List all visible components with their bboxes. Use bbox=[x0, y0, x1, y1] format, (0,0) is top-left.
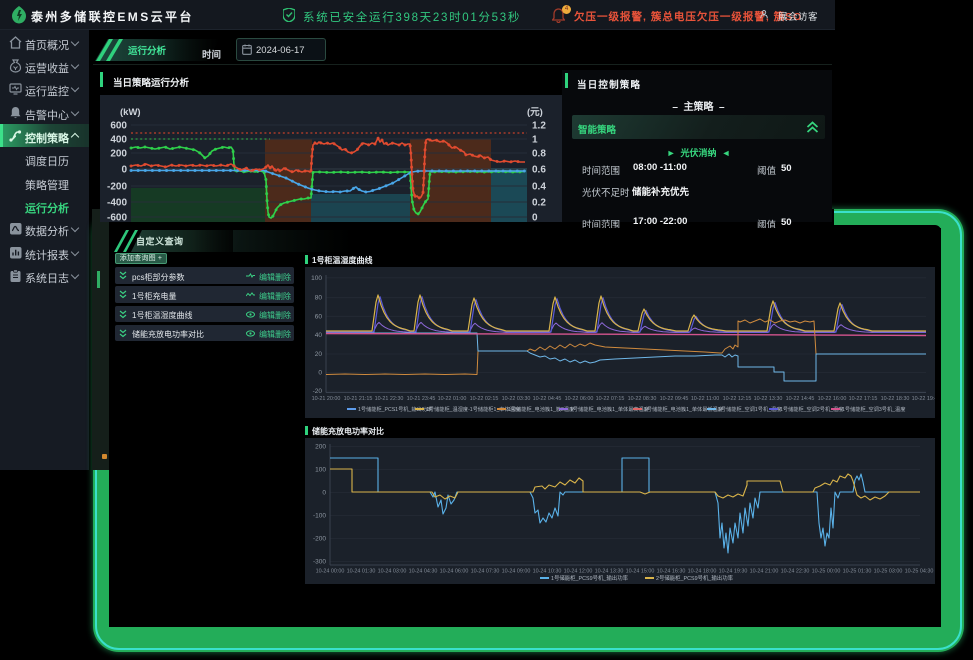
svg-text:10-24 13:30: 10-24 13:30 bbox=[595, 569, 624, 575]
svg-text:10-22 07:15: 10-22 07:15 bbox=[596, 396, 625, 402]
svg-text:10-25 01:30: 10-25 01:30 bbox=[843, 569, 872, 575]
svg-text:1号储能柜_空调3号机_温度: 1号储能柜_空调3号机_温度 bbox=[842, 405, 905, 413]
svg-text:60: 60 bbox=[315, 313, 323, 320]
svg-text:-200: -200 bbox=[313, 535, 326, 542]
svg-text:100: 100 bbox=[311, 275, 322, 282]
svg-text:10-21 23:45: 10-21 23:45 bbox=[407, 396, 436, 402]
svg-text:10-24 03:00: 10-24 03:00 bbox=[378, 569, 407, 575]
svg-text:1.2: 1.2 bbox=[532, 121, 546, 132]
svg-text:(kW): (kW) bbox=[120, 107, 141, 118]
svg-text:10-22 09:45: 10-22 09:45 bbox=[660, 396, 689, 402]
svg-text:10-22 19:45: 10-22 19:45 bbox=[912, 396, 935, 402]
svg-text:10-24 21:00: 10-24 21:00 bbox=[750, 569, 779, 575]
svg-text:0.8: 0.8 bbox=[532, 149, 546, 160]
svg-text:10-24 16:30: 10-24 16:30 bbox=[657, 569, 686, 575]
svg-text:10-22 16:00: 10-22 16:00 bbox=[818, 396, 847, 402]
svg-text:自定义查询: 自定义查询 bbox=[136, 236, 184, 247]
svg-text:10-24 04:30: 10-24 04:30 bbox=[409, 569, 438, 575]
svg-text:600: 600 bbox=[110, 121, 127, 132]
svg-text:10-24 00:00: 10-24 00:00 bbox=[316, 569, 345, 575]
svg-text:10-24 18:00: 10-24 18:00 bbox=[688, 569, 717, 575]
svg-text:100: 100 bbox=[315, 466, 326, 473]
svg-text:0.2: 0.2 bbox=[532, 198, 546, 209]
svg-text:10-25 00:00: 10-25 00:00 bbox=[812, 569, 841, 575]
svg-text:10-24 09:00: 10-24 09:00 bbox=[502, 569, 531, 575]
svg-text:200: 200 bbox=[315, 443, 326, 450]
svg-text:10-24 12:00: 10-24 12:00 bbox=[564, 569, 593, 575]
svg-text:10-22 17:15: 10-22 17:15 bbox=[849, 396, 878, 402]
svg-text:10-24 10:30: 10-24 10:30 bbox=[533, 569, 562, 575]
svg-text:10-22 02:15: 10-22 02:15 bbox=[470, 396, 499, 402]
svg-text:10-22 13:30: 10-22 13:30 bbox=[754, 396, 783, 402]
svg-text:200: 200 bbox=[110, 149, 127, 160]
svg-text:-400: -400 bbox=[107, 198, 127, 209]
svg-text:10-24 07:30: 10-24 07:30 bbox=[471, 569, 500, 575]
svg-text:10-24 22:30: 10-24 22:30 bbox=[781, 569, 810, 575]
svg-text:0: 0 bbox=[121, 165, 127, 176]
svg-text:2号储能柜_PCS9号机_输出功率: 2号储能柜_PCS9号机_输出功率 bbox=[656, 574, 734, 582]
svg-text:(元): (元) bbox=[527, 107, 543, 118]
svg-text:0.6: 0.6 bbox=[532, 165, 546, 176]
svg-text:10-22 12:15: 10-22 12:15 bbox=[723, 396, 752, 402]
svg-text:10-21 22:30: 10-21 22:30 bbox=[375, 396, 404, 402]
svg-text:-100: -100 bbox=[313, 512, 326, 519]
svg-text:20: 20 bbox=[315, 351, 323, 358]
svg-text:400: 400 bbox=[110, 135, 127, 146]
svg-text:10-22 14:45: 10-22 14:45 bbox=[786, 396, 815, 402]
svg-text:0: 0 bbox=[322, 489, 326, 496]
svg-text:-20: -20 bbox=[313, 388, 323, 395]
svg-text:0.4: 0.4 bbox=[532, 182, 546, 193]
svg-text:80: 80 bbox=[315, 295, 323, 302]
svg-text:1号储能柜_PCS9号机_输出功率: 1号储能柜_PCS9号机_输出功率 bbox=[551, 574, 629, 582]
svg-text:10-22 04:45: 10-22 04:45 bbox=[533, 396, 562, 402]
svg-text:10-22 01:00: 10-22 01:00 bbox=[438, 396, 467, 402]
svg-text:10-21 21:15: 10-21 21:15 bbox=[344, 396, 373, 402]
svg-text:10-22 18:30: 10-22 18:30 bbox=[881, 396, 910, 402]
svg-text:1: 1 bbox=[532, 135, 538, 146]
svg-text:10-24 01:30: 10-24 01:30 bbox=[347, 569, 376, 575]
svg-text:-300: -300 bbox=[313, 558, 326, 565]
svg-text:0: 0 bbox=[318, 370, 322, 377]
svg-text:10-24 19:30: 10-24 19:30 bbox=[719, 569, 748, 575]
svg-text:10-25 03:00: 10-25 03:00 bbox=[874, 569, 903, 575]
svg-text:10-22 08:30: 10-22 08:30 bbox=[628, 396, 657, 402]
svg-text:10-22 11:00: 10-22 11:00 bbox=[691, 396, 719, 402]
svg-text:运行分析: 运行分析 bbox=[128, 45, 167, 57]
svg-text:0: 0 bbox=[532, 213, 538, 223]
svg-text:10-21 20:00: 10-21 20:00 bbox=[312, 396, 341, 402]
svg-text:-600: -600 bbox=[107, 213, 127, 223]
svg-text:10-24 15:00: 10-24 15:00 bbox=[626, 569, 655, 575]
svg-text:10-22 03:30: 10-22 03:30 bbox=[502, 396, 531, 402]
svg-text:40: 40 bbox=[315, 332, 323, 339]
svg-text:10-24 06:00: 10-24 06:00 bbox=[440, 569, 469, 575]
svg-text:10-22 06:00: 10-22 06:00 bbox=[565, 396, 594, 402]
svg-text:10-25 04:30: 10-25 04:30 bbox=[905, 569, 934, 575]
svg-text:-200: -200 bbox=[107, 182, 127, 193]
